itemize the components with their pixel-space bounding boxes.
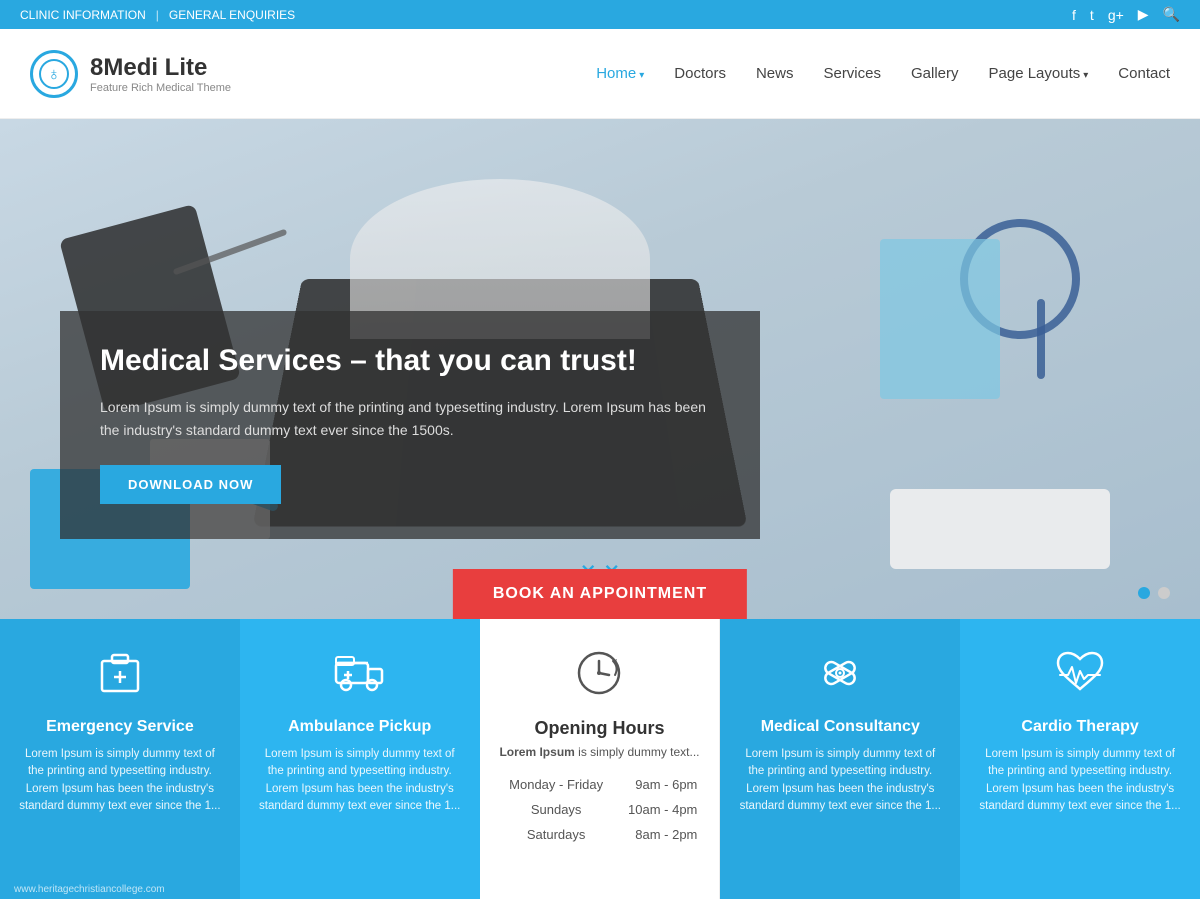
cardio-desc: Lorem Ipsum is simply dummy text of the …: [978, 746, 1182, 815]
service-ambulance: Ambulance Pickup Lorem Ipsum is simply d…: [240, 619, 480, 899]
day-3: Saturdays: [500, 823, 613, 846]
nav-news[interactable]: News: [756, 65, 794, 82]
emergency-icon: [94, 647, 146, 706]
nav-services[interactable]: Services: [823, 65, 881, 82]
googleplus-icon[interactable]: g+: [1108, 7, 1124, 23]
main-nav: Home▾ Doctors News Services Gallery Page…: [596, 65, 1170, 82]
logo-text: 8Medi Lite Feature Rich Medical Theme: [90, 54, 231, 94]
service-emergency: Emergency Service Lorem Ipsum is simply …: [0, 619, 240, 899]
clinic-info-link[interactable]: CLINIC INFORMATION: [20, 8, 146, 22]
slider-dot-2[interactable]: [1158, 587, 1170, 599]
emergency-desc: Lorem Ipsum is simply dummy text of the …: [18, 746, 222, 815]
top-bar: CLINIC INFORMATION | GENERAL ENQUIRIES f…: [0, 0, 1200, 29]
slider-dot-1[interactable]: [1138, 587, 1150, 599]
footer-url: www.heritagechristiancollege.com: [14, 884, 165, 895]
general-enquiries-link[interactable]: GENERAL ENQUIRIES: [169, 8, 295, 22]
svg-text:♁: ♁: [47, 64, 61, 84]
ambulance-title: Ambulance Pickup: [288, 718, 431, 736]
hero-section: Medical Services – that you can trust! L…: [0, 119, 1200, 619]
nav-page-layouts[interactable]: Page Layouts▾: [989, 65, 1089, 82]
site-name: 8Medi Lite: [90, 54, 231, 82]
opening-hours-table: Monday - Friday 9am - 6pm Sundays 10am -…: [498, 771, 702, 848]
hero-description: Lorem Ipsum is simply dummy text of the …: [100, 396, 720, 441]
time-2: 10am - 4pm: [615, 798, 700, 821]
hours-row-2: Sundays 10am - 4pm: [500, 798, 700, 821]
appointment-button[interactable]: BOOK AN APPOINTMENT: [453, 569, 747, 619]
consultancy-title: Medical Consultancy: [761, 718, 920, 736]
nav-doctors[interactable]: Doctors: [674, 65, 726, 82]
ambulance-icon: [332, 647, 388, 706]
site-tagline: Feature Rich Medical Theme: [90, 82, 231, 94]
logo-icon: ♁: [30, 50, 78, 98]
time-1: 9am - 6pm: [615, 773, 700, 796]
separator: |: [156, 8, 159, 22]
service-cardio: Cardio Therapy Lorem Ipsum is simply dum…: [960, 619, 1200, 899]
youtube-icon[interactable]: ▶: [1138, 6, 1149, 23]
hours-row-3: Saturdays 8am - 2pm: [500, 823, 700, 846]
cardio-title: Cardio Therapy: [1021, 718, 1138, 736]
download-button[interactable]: DOWNLOAD NOW: [100, 465, 281, 504]
appointment-area: ⌄⌄ BOOK AN APPOINTMENT: [453, 549, 747, 619]
services-row: Emergency Service Lorem Ipsum is simply …: [0, 619, 1200, 899]
hero-overlay: Medical Services – that you can trust! L…: [60, 311, 760, 539]
clock-icon: [573, 647, 625, 706]
day-1: Monday - Friday: [500, 773, 613, 796]
top-bar-left: CLINIC INFORMATION | GENERAL ENQUIRIES: [20, 8, 295, 22]
heartbeat-icon: [1052, 647, 1108, 706]
hours-row-1: Monday - Friday 9am - 6pm: [500, 773, 700, 796]
logo-area: ♁ 8Medi Lite Feature Rich Medical Theme: [30, 50, 231, 98]
opening-hours-title: Opening Hours: [534, 718, 664, 739]
facebook-icon[interactable]: f: [1072, 7, 1076, 23]
service-opening-hours: Opening Hours Lorem Ipsum is simply dumm…: [480, 619, 721, 899]
twitter-icon[interactable]: t: [1090, 7, 1094, 23]
slider-dots: [1138, 587, 1170, 599]
emergency-title: Emergency Service: [46, 718, 194, 736]
day-2: Sundays: [500, 798, 613, 821]
search-icon[interactable]: 🔍: [1163, 6, 1180, 23]
service-consultancy: Medical Consultancy Lorem Ipsum is simpl…: [720, 619, 960, 899]
nav-gallery[interactable]: Gallery: [911, 65, 959, 82]
opening-intro: Lorem Ipsum is simply dummy text...: [499, 745, 699, 759]
consultancy-desc: Lorem Ipsum is simply dummy text of the …: [738, 746, 942, 815]
ambulance-desc: Lorem Ipsum is simply dummy text of the …: [258, 746, 462, 815]
bandaid-icon: [814, 647, 866, 706]
nav-contact[interactable]: Contact: [1118, 65, 1170, 82]
nav-home[interactable]: Home▾: [596, 65, 644, 82]
time-3: 8am - 2pm: [615, 823, 700, 846]
top-bar-right: f t g+ ▶ 🔍: [1072, 6, 1180, 23]
header: ♁ 8Medi Lite Feature Rich Medical Theme …: [0, 29, 1200, 119]
hero-title: Medical Services – that you can trust!: [100, 341, 720, 380]
